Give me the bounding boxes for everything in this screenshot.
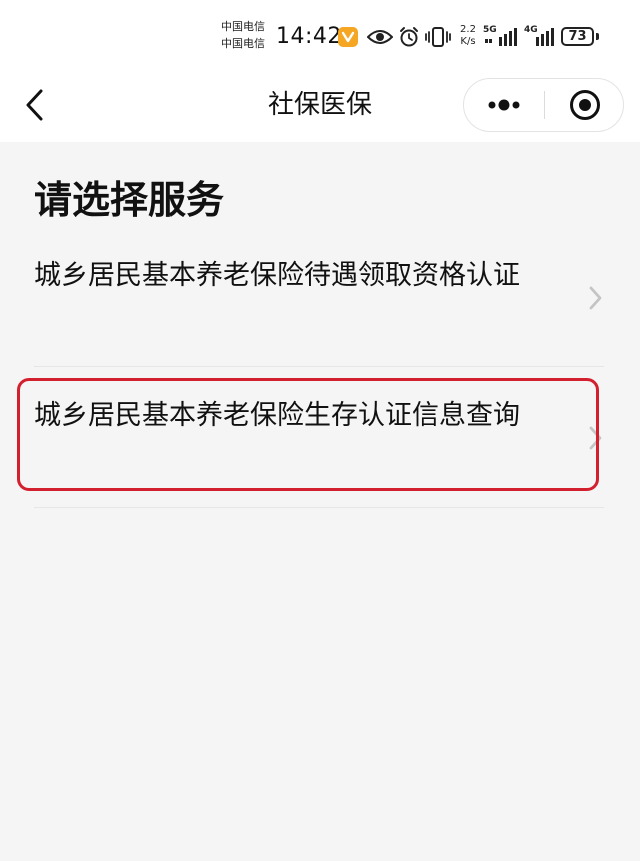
- page-title: 社保医保: [267, 90, 372, 120]
- battery-cap: [596, 33, 599, 40]
- service-item-label: 城乡居民基本养老保险待遇领取资格认证: [34, 260, 520, 291]
- carrier-1: 中国电信: [221, 20, 265, 33]
- more-dots-icon: [488, 99, 520, 111]
- signal-4g-label: 4G: [524, 25, 538, 35]
- section-heading: 请选择服务: [34, 178, 225, 222]
- list-divider: [34, 507, 604, 508]
- battery-icon: 73: [561, 27, 594, 46]
- signal-5g-icon: 5G: [483, 25, 519, 51]
- service-item-qualification-certification[interactable]: 城乡居民基本养老保险待遇领取资格认证: [34, 255, 604, 341]
- service-item-label: 城乡居民基本养老保险生存认证信息查询: [34, 400, 520, 431]
- more-button[interactable]: [464, 79, 544, 131]
- back-button[interactable]: [14, 80, 58, 130]
- chevron-left-icon: [26, 89, 43, 121]
- service-item-survival-certification-query[interactable]: 城乡居民基本养老保险生存认证信息查询: [34, 395, 604, 481]
- vibrate-icon: [425, 26, 451, 52]
- app-notification-icon: [338, 27, 358, 47]
- network-speed-value: 2.2: [460, 24, 476, 35]
- carrier-names: 中国电信 中国电信: [221, 18, 273, 52]
- alarm-icon: [398, 26, 420, 52]
- chevron-right-icon: [589, 426, 602, 450]
- signal-5g-label: 5G: [483, 25, 497, 35]
- signal-4g-icon: 4G: [524, 25, 554, 51]
- status-bar: 中国电信 中国电信 14:42 2.2 K/s 5G 4G 73: [0, 0, 640, 70]
- network-speed: 2.2 K/s: [455, 24, 481, 48]
- mini-program-capsule: [463, 78, 624, 132]
- target-circle-icon: [570, 90, 600, 120]
- list-divider: [34, 366, 604, 367]
- close-button[interactable]: [545, 79, 623, 131]
- status-time: 14:42: [276, 24, 342, 49]
- eye-icon: [366, 28, 394, 50]
- carrier-2: 中国电信: [221, 37, 265, 50]
- chevron-right-icon: [589, 286, 602, 310]
- network-speed-unit: K/s: [460, 36, 476, 47]
- header-area: 中国电信 中国电信 14:42 2.2 K/s 5G 4G 73 社保医保: [0, 0, 640, 142]
